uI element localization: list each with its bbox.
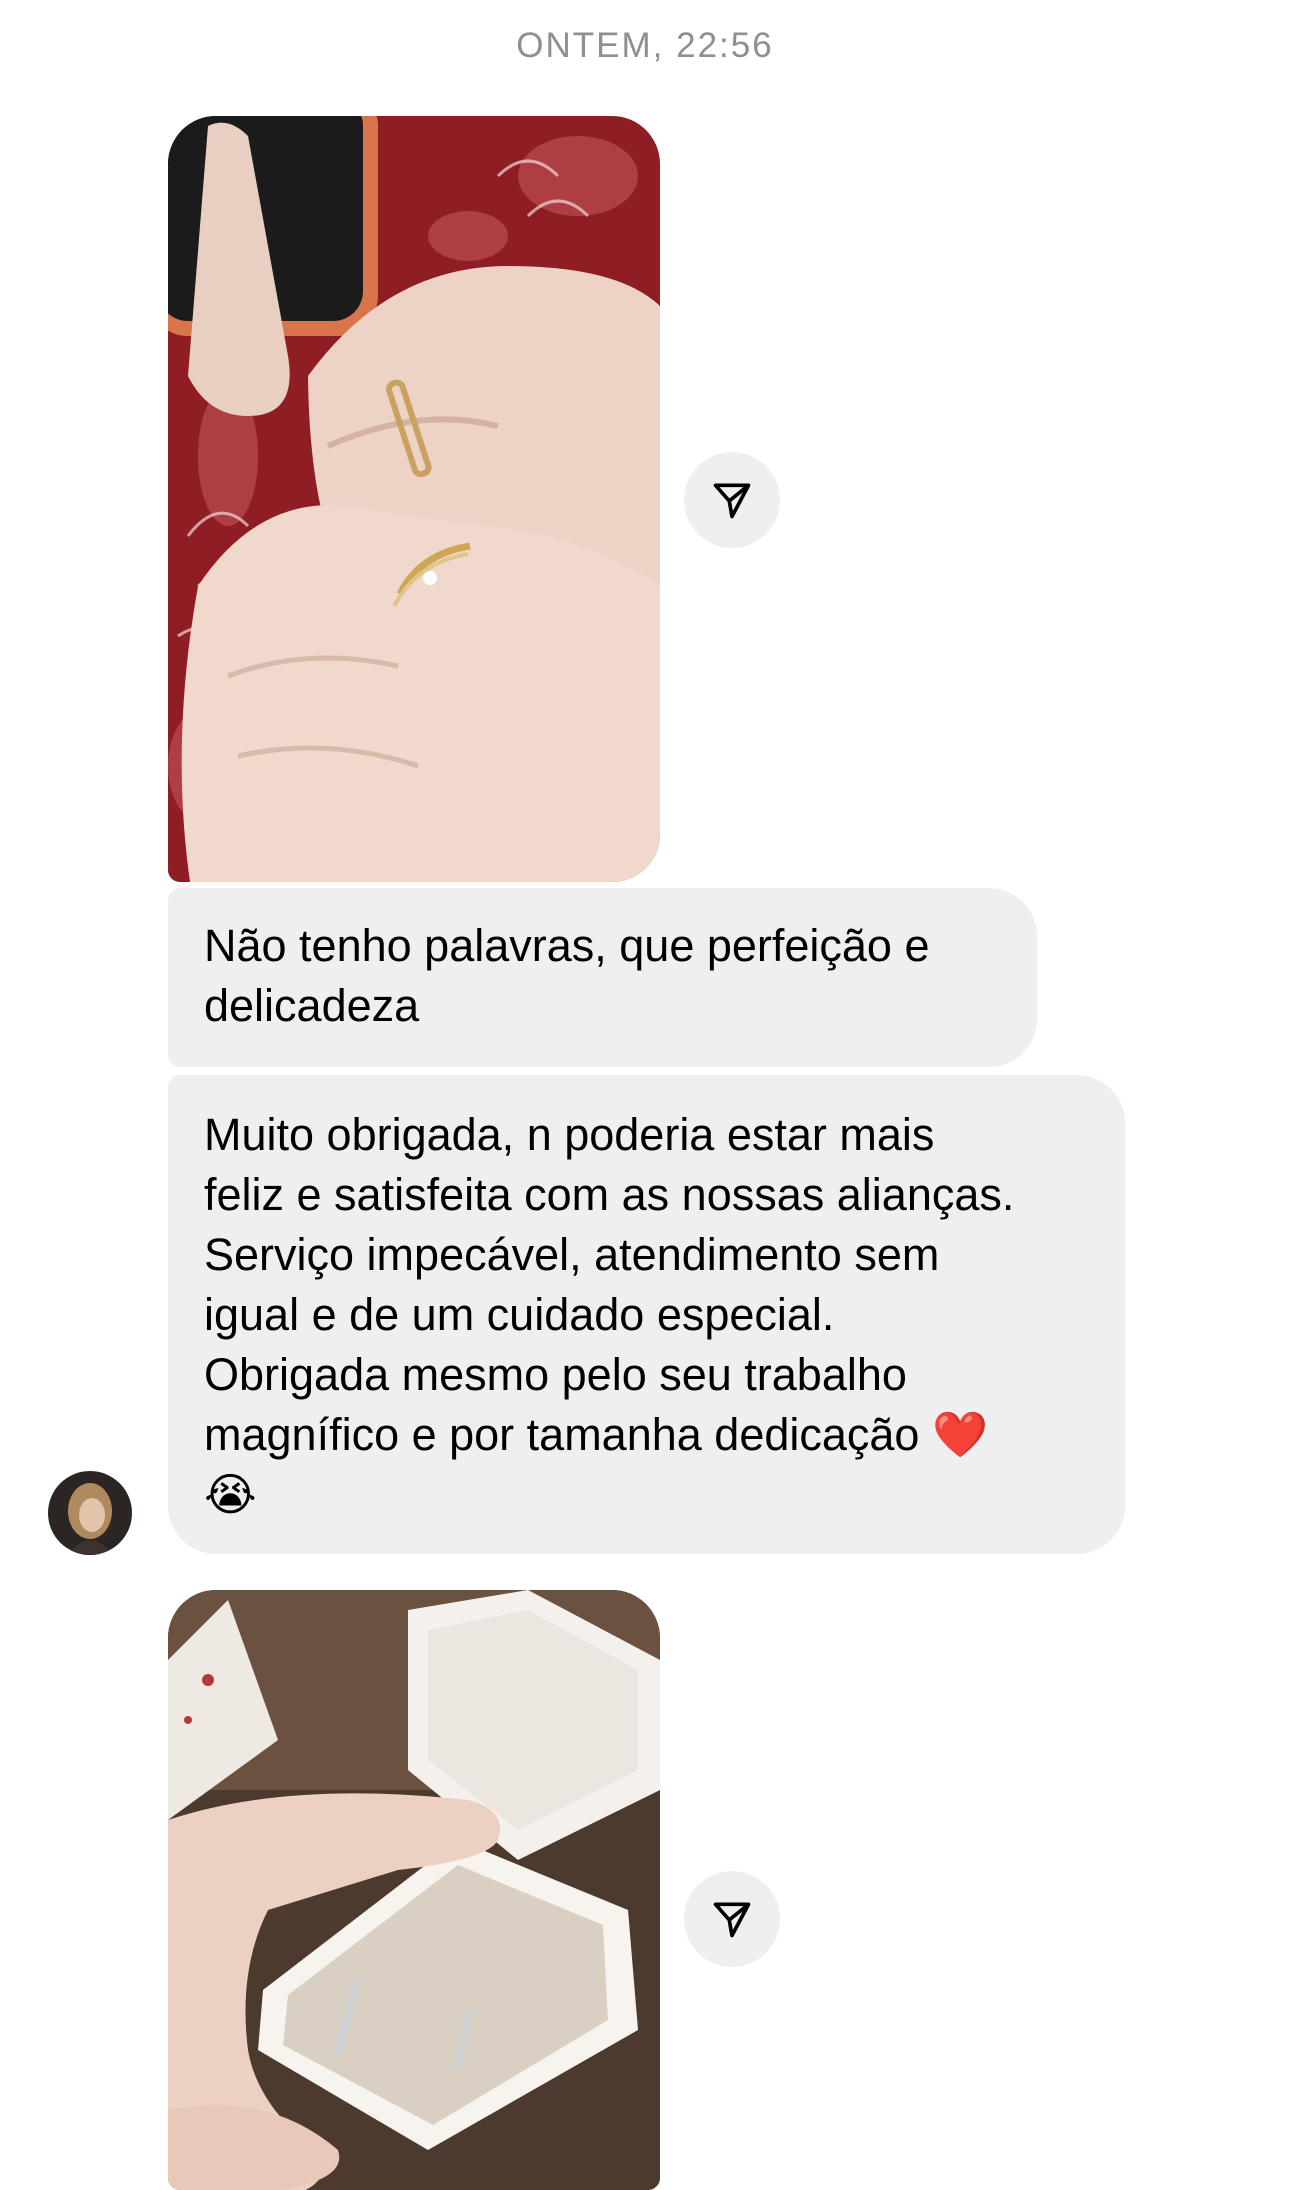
message-bubble[interactable]: Não tenho palavras, que perfeição e deli… <box>168 888 1037 1067</box>
paper-plane-icon <box>713 483 751 519</box>
paper-plane-icon <box>713 1902 751 1938</box>
conversation-timestamp: ONTEM, 22:56 <box>516 26 774 65</box>
share-photo-button[interactable] <box>684 452 780 548</box>
share-photo-button[interactable] <box>684 1871 780 1967</box>
message-photo-rings-on-hands[interactable] <box>168 116 660 882</box>
message-bubble[interactable]: Muito obrigada, n poderia estar mais fel… <box>168 1075 1125 1554</box>
user-avatar[interactable] <box>48 1471 132 1555</box>
message-photo-rings-in-box[interactable] <box>168 1590 660 2190</box>
